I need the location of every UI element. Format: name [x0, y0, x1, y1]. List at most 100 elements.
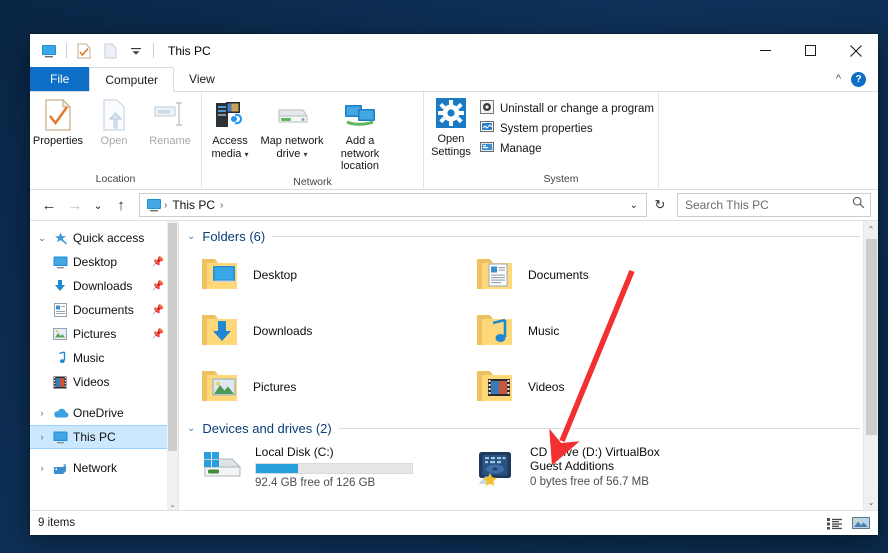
- breadcrumb-dropdown-icon[interactable]: ⌄: [630, 200, 642, 211]
- collapse-ribbon-icon[interactable]: ^: [836, 73, 841, 85]
- folder-label-music: Music: [528, 324, 560, 338]
- scroll-up-icon[interactable]: ⌃: [864, 221, 878, 237]
- chevron-right-icon-network[interactable]: ›: [34, 463, 50, 473]
- sidebar-item-quick-access[interactable]: ⌄ Quick access: [30, 226, 178, 250]
- sidebar-label-music: Music: [73, 351, 105, 365]
- manage-item[interactable]: Manage: [479, 140, 654, 157]
- folder-item-desktop[interactable]: Desktop: [193, 247, 468, 303]
- access-media-text: Access media: [211, 135, 248, 160]
- manage-label: Manage: [499, 142, 542, 155]
- breadcrumb-item-this-pc[interactable]: This PC: [169, 198, 218, 212]
- sidebar-item-documents[interactable]: Documents 📌: [30, 298, 178, 322]
- folder-label-documents: Documents: [528, 268, 589, 282]
- properties-button[interactable]: Properties: [30, 96, 86, 148]
- refresh-button[interactable]: ↻: [649, 194, 671, 216]
- chevron-right-icon-onedrive[interactable]: ›: [34, 408, 50, 418]
- content-scrollbar-thumb[interactable]: [866, 239, 877, 435]
- minimize-button[interactable]: [743, 34, 788, 67]
- breadcrumb-computer-icon[interactable]: [144, 198, 162, 212]
- chevron-down-icon-folders[interactable]: ⌄: [187, 231, 195, 242]
- access-media-button[interactable]: Access media ▾: [202, 96, 258, 161]
- sidebar-item-network[interactable]: › Network: [30, 456, 178, 480]
- chevron-right-icon-this-pc[interactable]: ›: [34, 432, 50, 442]
- up-button[interactable]: ↑: [109, 193, 133, 217]
- close-button[interactable]: [833, 34, 878, 67]
- breadcrumb-separator-1[interactable]: ›: [162, 200, 169, 211]
- properties-icon[interactable]: [73, 40, 95, 62]
- breadcrumb[interactable]: › This PC › ⌄: [139, 193, 647, 217]
- drive-item-local-disk[interactable]: Local Disk (C:) 92.4 GB free of 126 GB: [193, 441, 468, 497]
- rename-button[interactable]: Rename: [142, 96, 198, 148]
- large-icons-view-icon[interactable]: [852, 515, 870, 531]
- ribbon-tab-strip: File Computer View ^ ?: [30, 67, 878, 92]
- capacity-bar-fill-local-disk: [256, 464, 299, 473]
- sidebar-item-music[interactable]: Music: [30, 346, 178, 370]
- drive-name-local-disk: Local Disk (C:): [255, 445, 334, 459]
- add-network-location-button[interactable]: Add a network location: [326, 96, 394, 173]
- tab-computer[interactable]: Computer: [89, 67, 175, 92]
- sidebar-item-pictures[interactable]: Pictures 📌: [30, 322, 178, 346]
- search-input[interactable]: [683, 197, 852, 213]
- computer-icon[interactable]: [38, 40, 60, 62]
- pin-icon-desktop[interactable]: 📌: [152, 257, 164, 268]
- tab-file[interactable]: File: [30, 67, 90, 91]
- map-network-drive-button[interactable]: Map network drive ▾: [258, 96, 326, 161]
- folder-item-documents[interactable]: Documents: [468, 247, 743, 303]
- map-network-drive-text: Map network drive: [260, 135, 324, 160]
- maximize-button[interactable]: [788, 34, 833, 67]
- breadcrumb-separator-2[interactable]: ›: [218, 200, 225, 211]
- open-settings-button[interactable]: Open Settings: [428, 94, 474, 158]
- customize-caret-icon[interactable]: [125, 40, 147, 62]
- chevron-down-icon-2[interactable]: ▾: [303, 150, 307, 159]
- ribbon-empty-area: [659, 92, 878, 188]
- help-icon[interactable]: ?: [851, 71, 866, 87]
- sidebar-item-videos[interactable]: Videos: [30, 370, 178, 394]
- details-view-icon[interactable]: [826, 515, 844, 531]
- chevron-down-icon-quick-access[interactable]: ⌄: [34, 233, 50, 244]
- uninstall-program-item[interactable]: Uninstall or change a program: [479, 100, 654, 117]
- system-small-commands: Uninstall or change a program System pro…: [474, 94, 658, 157]
- folder-item-music[interactable]: Music: [468, 303, 743, 359]
- navigation-pane: ⌄ Quick access Desktop 📌 Downloads 📌 Doc…: [30, 221, 179, 510]
- group-header-folders[interactable]: ⌄ Folders (6): [179, 221, 878, 247]
- pin-icon-downloads[interactable]: 📌: [152, 281, 164, 292]
- sidebar-item-this-pc[interactable]: › This PC: [30, 425, 178, 449]
- scroll-down-icon[interactable]: ⌄: [864, 494, 878, 510]
- back-button[interactable]: ←: [37, 193, 61, 217]
- sidebar-item-onedrive[interactable]: › OneDrive: [30, 401, 178, 425]
- system-properties-item[interactable]: System properties: [479, 120, 654, 137]
- properties-label: Properties: [32, 135, 84, 147]
- search-box[interactable]: [677, 193, 871, 217]
- folder-label-videos: Videos: [528, 380, 565, 394]
- folder-item-pictures[interactable]: Pictures: [193, 359, 468, 415]
- open-button[interactable]: Open: [86, 96, 142, 148]
- sidebar-scroll-down-icon[interactable]: ⌄: [167, 499, 178, 510]
- tab-view[interactable]: View: [174, 67, 230, 91]
- drive-name-cd-drive: CD Drive (D:) VirtualBox Guest Additions: [530, 445, 660, 473]
- recent-locations-button[interactable]: ⌄: [89, 193, 107, 217]
- access-media-icon: [213, 98, 247, 132]
- content-scrollbar[interactable]: ⌃ ⌄: [863, 221, 878, 510]
- sidebar-label-downloads: Downloads: [73, 279, 133, 293]
- forward-button[interactable]: →: [63, 193, 87, 217]
- drive-item-cd-drive[interactable]: CD Drive (D:) VirtualBox Guest Additions…: [468, 441, 748, 497]
- ribbon: Properties Open Rename Location Access m…: [30, 92, 878, 190]
- sidebar-item-desktop[interactable]: Desktop 📌: [30, 250, 178, 274]
- drive-capacity-cd-drive: 0 bytes free of 56.7 MB: [530, 476, 649, 488]
- folder-item-videos[interactable]: Videos: [468, 359, 743, 415]
- sidebar-scrollbar-thumb[interactable]: [168, 223, 177, 451]
- group-header-drives[interactable]: ⌄ Devices and drives (2): [179, 415, 878, 439]
- sidebar-scrollbar[interactable]: ⌄: [167, 221, 178, 510]
- new-folder-icon[interactable]: [99, 40, 121, 62]
- chevron-down-icon[interactable]: ▾: [245, 150, 249, 159]
- add-network-location-icon: [341, 98, 379, 132]
- sidebar-item-downloads[interactable]: Downloads 📌: [30, 274, 178, 298]
- folder-pictures-icon: [199, 365, 243, 409]
- search-icon[interactable]: [852, 196, 865, 214]
- uninstall-program-icon: [479, 100, 494, 117]
- pin-icon-documents[interactable]: 📌: [152, 305, 164, 316]
- folder-item-downloads[interactable]: Downloads: [193, 303, 468, 359]
- star-pin-icon: [50, 231, 70, 246]
- pin-icon-pictures[interactable]: 📌: [152, 329, 164, 340]
- chevron-down-icon-drives[interactable]: ⌄: [187, 423, 195, 434]
